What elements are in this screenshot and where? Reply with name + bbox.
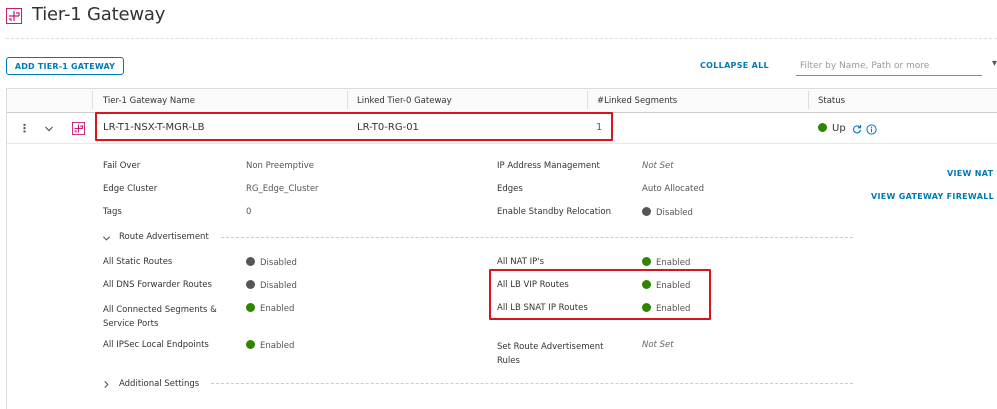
connected-segments-label-line1: All Connected Segments & [103,305,217,315]
tags-label: Tags [103,207,122,217]
static-routes-label: All Static Routes [103,257,173,267]
header-divider [92,91,93,109]
chevron-down-icon[interactable] [44,124,54,134]
column-header-status[interactable]: Status [818,96,845,106]
enabled-status-icon [246,340,255,349]
filter-input[interactable] [796,57,982,76]
add-tier1-gateway-button[interactable]: ADD TIER-1 GATEWAY [6,57,124,75]
refresh-icon[interactable] [852,124,862,134]
nat-ips-label: All NAT IP's [497,257,545,267]
row-actions-icon[interactable]: ⋮ [19,122,30,136]
set-rules-value: Not Set [642,340,674,350]
standby-text: Disabled [656,208,693,218]
column-header-tier0[interactable]: Linked Tier-0 Gateway [357,96,452,106]
connected-segments-value: Enabled [246,303,294,314]
route-advertisement-toggle[interactable]: Route Advertisement [119,232,209,242]
disabled-status-icon [246,257,255,266]
title-divider [6,38,997,39]
edge-cluster-value: RG_Edge_Cluster [246,184,319,194]
lb-snat-value: Enabled [642,303,690,314]
status-cell: Up [818,123,846,134]
header-divider [808,91,809,109]
static-routes-value: Disabled [246,257,297,268]
enabled-status-icon [642,303,651,312]
header-divider [347,91,348,109]
chevron-right-icon[interactable] [102,380,111,389]
section-divider [221,237,853,238]
ip-mgmt-value: Not Set [642,161,674,171]
collapse-all-link[interactable]: COLLAPSE ALL [700,61,769,70]
ipsec-label: All IPSec Local Endpoints [103,340,209,350]
edges-link[interactable]: Auto Allocated [642,184,704,194]
additional-settings-toggle[interactable]: Additional Settings [119,379,199,389]
column-header-name[interactable]: Tier-1 Gateway Name [103,96,195,106]
dns-forwarder-text: Disabled [260,281,297,291]
ip-mgmt-label: IP Address Management [497,161,600,171]
nat-ips-value: Enabled [642,257,690,268]
fail-over-value: Non Preemptive [246,161,315,171]
linked-segments-link[interactable]: 1 [596,122,602,133]
nat-ips-text: Enabled [656,258,691,268]
edges-label: Edges [497,184,523,194]
tier1-gateway-icon [6,8,22,24]
row-divider [7,143,997,144]
ipsec-value: Enabled [246,340,294,351]
linked-tier0: LR-T0-RG-01 [357,122,419,133]
status-text: Up [832,123,846,134]
connected-segments-label-line2: Service Ports [103,319,159,329]
info-icon[interactable] [866,124,877,135]
set-rules-label-line2: Rules [497,356,520,366]
fail-over-label: Fail Over [103,161,141,171]
connected-segments-text: Enabled [260,304,295,314]
lb-vip-label: All LB VIP Routes [497,280,569,290]
chevron-down-icon[interactable] [102,234,111,243]
enabled-status-icon [642,257,651,266]
standby-label: Enable Standby Relocation [497,207,611,217]
disabled-status-icon [642,207,651,216]
status-up-icon [818,123,827,132]
ipsec-text: Enabled [260,341,295,351]
connected-segments-label: All Connected Segments & Service Ports [103,303,217,331]
disabled-status-icon [246,280,255,289]
set-rules-label-line1: Set Route Advertisement [497,342,604,352]
view-gateway-firewall-link[interactable]: VIEW GATEWAY FIREWALL [871,192,994,201]
lb-vip-value: Enabled [642,280,690,291]
lb-snat-label: All LB SNAT IP Routes [497,303,588,313]
page-title: Tier-1 Gateway [32,4,166,25]
tags-value: 0 [246,207,252,217]
edge-cluster-label: Edge Cluster [103,184,158,194]
filter-icon[interactable]: ▾ [992,58,997,66]
dns-forwarder-value: Disabled [246,280,297,291]
lb-snat-text: Enabled [656,304,691,314]
set-rules-label: Set Route Advertisement Rules [497,340,603,368]
header-divider [587,91,588,109]
standby-value: Disabled [642,207,693,218]
tier1-gateway-icon [72,122,85,135]
section-divider [211,383,853,384]
enabled-status-icon [642,280,651,289]
gateway-name: LR-T1-NSX-T-MGR-LB [103,122,205,133]
static-routes-text: Disabled [260,258,297,268]
lb-vip-text: Enabled [656,281,691,291]
dns-forwarder-label: All DNS Forwarder Routes [103,280,212,290]
enabled-status-icon [246,303,255,312]
view-nat-link[interactable]: VIEW NAT [947,169,993,178]
column-header-segments[interactable]: #Linked Segments [597,96,677,106]
